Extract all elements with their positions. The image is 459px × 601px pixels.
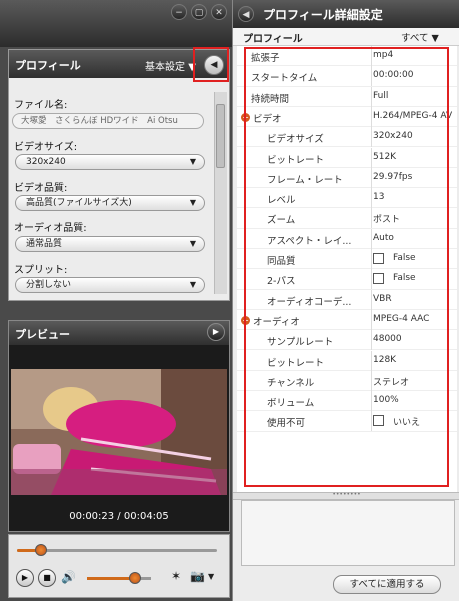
description-area	[241, 500, 455, 566]
filter-label: すべて	[401, 33, 429, 44]
chevron-down-icon: ▼	[189, 239, 196, 248]
stop-button[interactable]: ■	[38, 569, 56, 587]
split-dropdown[interactable]: 分割しない ▼	[15, 277, 205, 293]
video-quality-label: ビデオ品質:	[14, 183, 68, 194]
video-quality-dropdown[interactable]: 高品質(ファイルサイズ大) ▼	[15, 195, 205, 211]
timecode: 00:00:23 / 00:04:05	[69, 511, 169, 522]
apply-to-all-button[interactable]: すべてに適用する	[333, 575, 441, 594]
details-header: プロフィール すべて ▼	[233, 28, 459, 46]
seek-handle[interactable]	[35, 544, 47, 556]
audio-quality-label: オーディオ品質:	[14, 223, 87, 234]
chevron-down-icon: ▼	[189, 198, 196, 207]
maximize-button[interactable]: ▢	[191, 4, 207, 20]
details-icon: ◀	[238, 6, 254, 22]
video-size-dropdown[interactable]: 320x240 ▼	[15, 154, 205, 170]
scrollbar-thumb[interactable]	[216, 104, 225, 168]
chevron-down-icon: ▼	[189, 280, 196, 289]
filename-field[interactable]: 大塚愛 さくらんぼ HDワイド Ai Otsu	[12, 113, 204, 129]
details-titlebar[interactable]: ◀ プロフィール詳細設定	[233, 0, 459, 28]
minimize-button[interactable]: −	[171, 4, 187, 20]
split-label: スプリット:	[14, 265, 68, 276]
player-controls: ▶ ■ 🔊 ✶ 📷 ▼	[8, 534, 230, 598]
audio-quality-value: 通常品質	[26, 239, 63, 249]
preview-title: プレビュー	[15, 328, 70, 341]
preview-next-icon[interactable]: ▶	[207, 323, 225, 341]
volume-level	[87, 577, 133, 580]
chevron-down-icon[interactable]: ▼	[208, 572, 214, 581]
filename-label: ファイル名:	[14, 100, 68, 111]
seek-bar[interactable]	[17, 549, 217, 552]
video-quality-value: 高品質(ファイルサイズ大)	[26, 198, 132, 208]
snapshot-icon[interactable]: 📷	[190, 569, 205, 583]
main-window: − ▢ ✕ プロフィール 基本設定 ▼ ファイル名: 大塚愛 さくらんぼ HDワ…	[0, 0, 232, 601]
video-preview	[11, 369, 227, 495]
filter-selector[interactable]: すべて ▼	[401, 30, 439, 44]
chevron-down-icon: ▼	[431, 33, 439, 44]
preset-selector[interactable]: 基本設定 ▼	[145, 58, 196, 73]
pane-splitter[interactable]: ••••••••	[233, 492, 459, 500]
close-button[interactable]: ✕	[211, 4, 227, 20]
details-header-label: プロフィール	[243, 34, 303, 45]
highlight-frame-properties	[244, 47, 449, 487]
profile-scrollbar[interactable]	[214, 92, 227, 294]
preview-header: プレビュー ▶	[9, 321, 229, 345]
preset-label: 基本設定	[145, 62, 185, 73]
profile-panel-title: プロフィール	[15, 59, 81, 72]
details-title: プロフィール詳細設定	[263, 8, 383, 22]
audio-quality-dropdown[interactable]: 通常品質 ▼	[15, 236, 205, 252]
effects-icon[interactable]: ✶	[171, 569, 181, 583]
video-frame-image	[11, 369, 227, 495]
expand-details-button[interactable]: ◀	[204, 55, 224, 75]
main-titlebar[interactable]: − ▢ ✕	[0, 0, 232, 47]
volume-handle[interactable]	[129, 572, 141, 584]
volume-icon[interactable]: 🔊	[61, 570, 76, 584]
video-size-value: 320x240	[26, 157, 66, 167]
play-button[interactable]: ▶	[16, 569, 34, 587]
split-value: 分割しない	[26, 280, 72, 290]
video-size-label: ビデオサイズ:	[14, 142, 78, 153]
chevron-down-icon: ▼	[189, 157, 196, 166]
preview-panel: プレビュー ▶ 00:00:23 / 00:04:05	[8, 320, 230, 532]
